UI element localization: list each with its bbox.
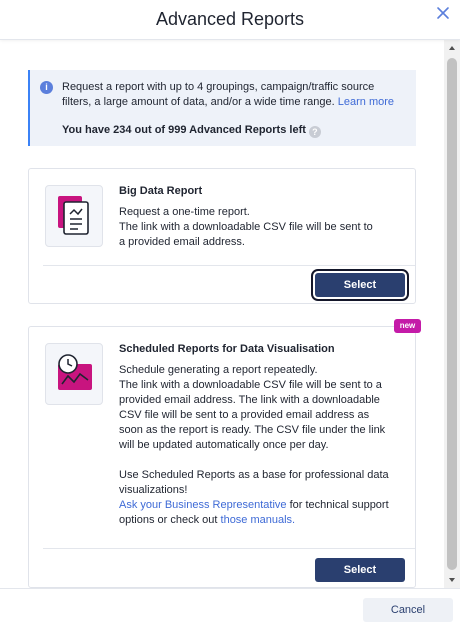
clock-chart-icon [45,343,103,405]
card-title: Big Data Report [119,185,203,197]
scheduled-reports-card: new Scheduled Reports for Data Visualisa… [28,319,421,588]
card-extra-text: Use Scheduled Reports as a base for prof… [119,469,389,496]
card-description-text: Schedule generating a report repeatedly.… [119,364,386,451]
help-icon[interactable]: ? [308,126,321,138]
card-description-text: Request a one-time report. The link with… [119,206,373,248]
card-description: Schedule generating a report repeatedly.… [119,363,389,528]
big-data-select-button[interactable]: Select [311,269,409,301]
info-banner: i Request a report with up to 4 grouping… [28,70,416,146]
card-description: Request a one-time report. The link with… [119,205,379,250]
cancel-button[interactable]: Cancel [363,598,453,622]
big-data-report-card: Big Data Report Request a one-time repor… [28,168,416,304]
card-divider [43,265,415,266]
business-rep-link[interactable]: Ask your Business Representative [119,499,287,511]
quota-text: You have 234 out of 999 Advanced Reports… [62,123,404,138]
card-title: Scheduled Reports for Data Visualisation [119,343,335,355]
modal-header: Advanced Reports [0,0,460,40]
scrollbar-thumb[interactable] [447,58,457,570]
scheduled-select-button[interactable]: Select [315,558,405,582]
info-text: Request a report with up to 4 groupings,… [62,80,404,110]
scroll-up-arrow-icon[interactable] [448,44,456,52]
info-description: Request a report with up to 4 groupings,… [62,81,375,108]
scrollbar[interactable] [444,40,460,588]
report-document-icon [45,185,103,247]
new-badge: new [394,319,421,333]
modal-title: Advanced Reports [155,9,305,29]
advanced-reports-modal: Advanced Reports i Request a report with… [0,0,460,630]
quota-label: You have 234 out of 999 Advanced Reports… [62,124,306,136]
learn-more-link[interactable]: Learn more [338,96,394,108]
manuals-link[interactable]: those manuals. [221,514,296,526]
close-icon[interactable] [434,4,452,22]
card-extra: Use Scheduled Reports as a base for prof… [119,468,389,528]
scroll-down-arrow-icon[interactable] [448,576,456,584]
modal-body: i Request a report with up to 4 grouping… [0,40,444,588]
card-divider [43,548,415,549]
info-icon: i [40,81,53,94]
modal-footer: Cancel [0,588,460,630]
